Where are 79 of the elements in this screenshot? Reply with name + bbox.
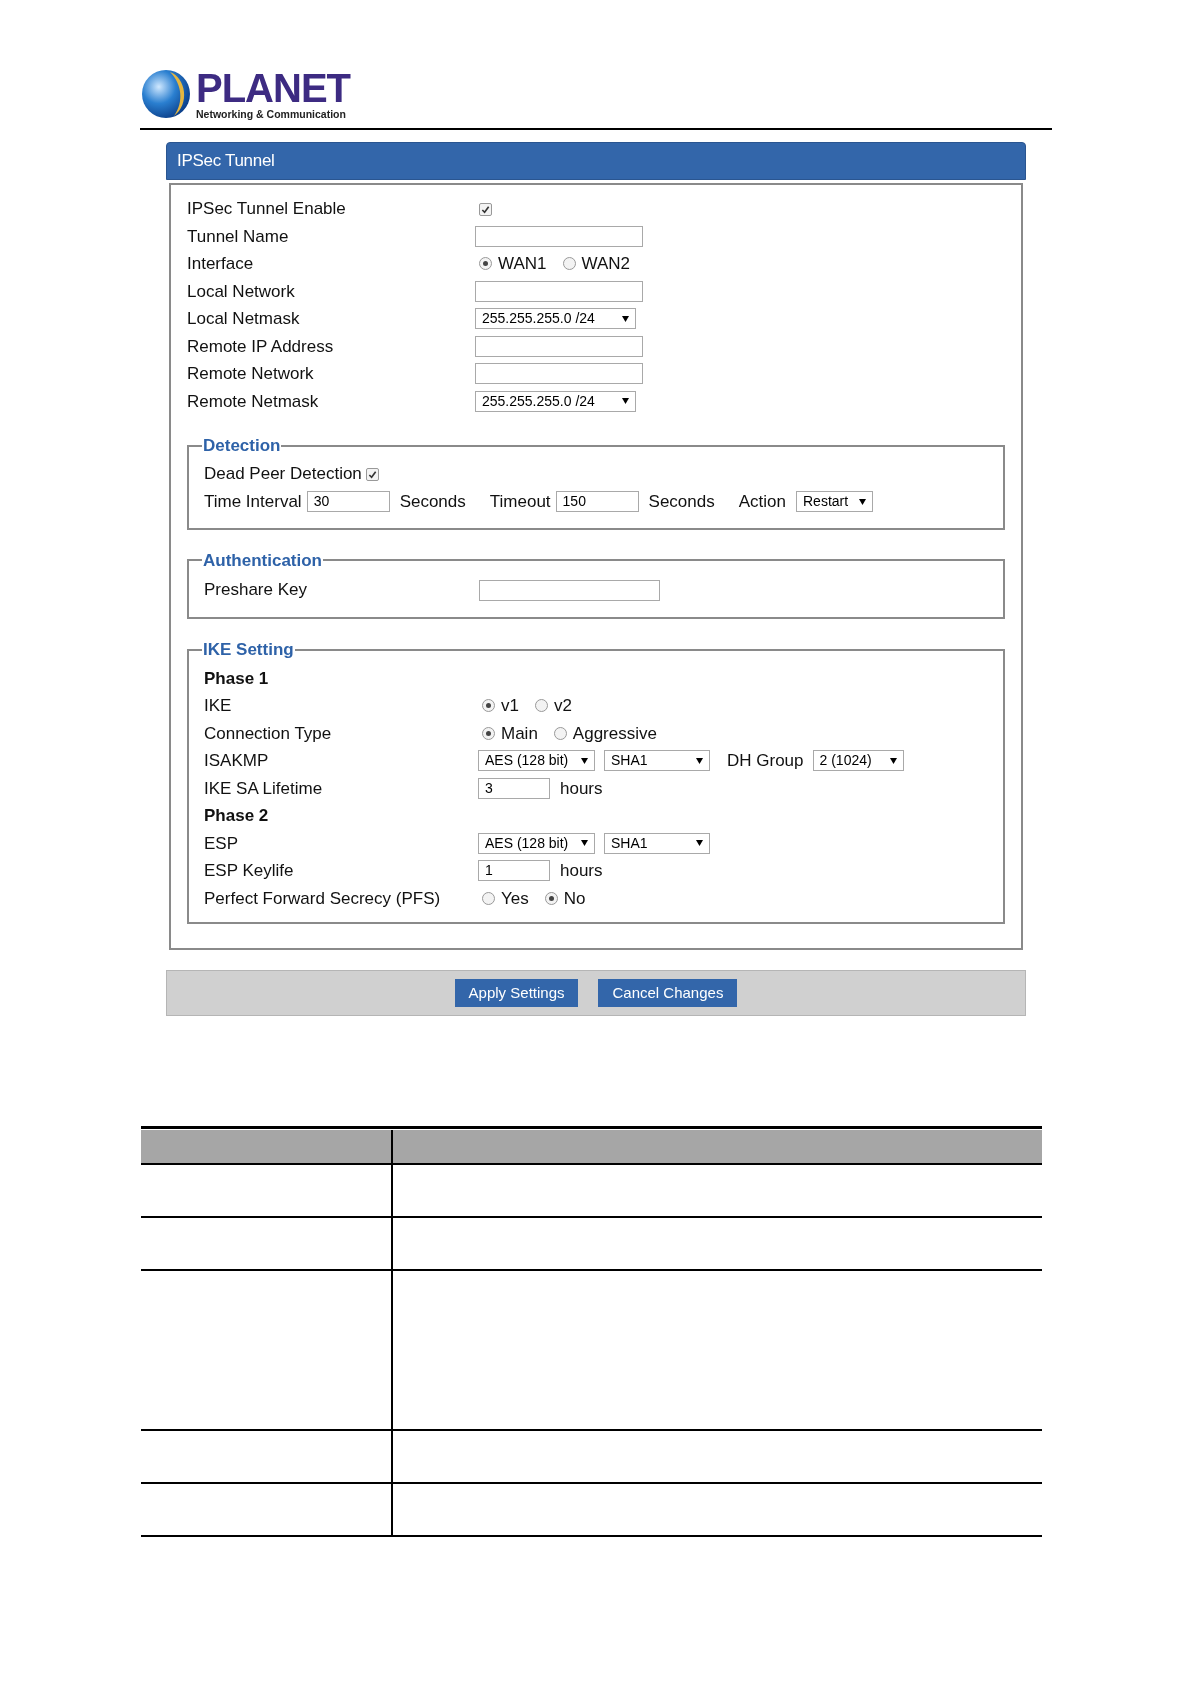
field-label: Preshare Key — [204, 579, 308, 602]
unit-label: hours — [560, 777, 603, 800]
radio-button[interactable] — [482, 699, 495, 713]
caret-icon — [622, 398, 629, 405]
section-heading: Phase 1 — [204, 667, 269, 690]
section-heading: Phase 2 — [204, 805, 269, 827]
input-field[interactable]: 3 — [478, 777, 550, 799]
field-label: ISAKMP — [204, 750, 270, 772]
caret-icon — [889, 757, 897, 764]
option-label: Aggressive — [572, 722, 657, 745]
field-label: Time Interval — [204, 490, 302, 513]
caret-icon — [696, 840, 703, 847]
field-label: Local Netmask — [187, 308, 301, 330]
option-label: No — [563, 887, 586, 910]
dropdown[interactable]: AES (128 bit) — [478, 832, 595, 854]
fieldset-legend: IKE Setting — [202, 637, 295, 663]
dropdown[interactable]: Restart — [796, 491, 873, 512]
field-label: Remote IP Address — [187, 335, 335, 358]
option-label: v1 — [501, 695, 519, 717]
field-label: DH Group — [727, 750, 804, 772]
field-label: Remote Netmask — [187, 390, 320, 413]
radio-button[interactable] — [482, 891, 495, 905]
brand-tagline: Networking & Communication — [196, 108, 347, 120]
field-label: IPSec Tunnel Enable — [187, 198, 347, 220]
option-label: WAN1 — [498, 253, 547, 275]
fieldset-legend: Authentication — [202, 547, 323, 573]
input-field[interactable]: 30 — [306, 491, 390, 512]
unit-label: Seconds — [399, 490, 466, 513]
field-label: Action — [738, 490, 786, 513]
dropdown[interactable]: AES (128 bit) — [478, 750, 595, 772]
input-field[interactable] — [475, 225, 643, 247]
radio-button[interactable] — [534, 699, 548, 713]
option-label: v2 — [553, 695, 572, 717]
radio-button[interactable] — [553, 726, 567, 740]
fieldset-legend: Detection — [202, 433, 282, 459]
unit-label: Seconds — [648, 490, 715, 513]
caret-icon — [581, 757, 588, 764]
field-label: Tunnel Name — [187, 225, 290, 248]
input-field[interactable] — [479, 579, 660, 601]
radio-button[interactable] — [544, 891, 558, 905]
input-field[interactable]: 150 — [555, 491, 639, 512]
field-label: Connection Type — [204, 722, 333, 745]
action-button[interactable]: Cancel Changes — [598, 979, 738, 1007]
option-label: WAN2 — [581, 253, 630, 275]
field-label: Remote Network — [187, 363, 315, 385]
dropdown[interactable]: 255.255.255.0 /24 — [475, 308, 636, 330]
option-label: Main — [501, 722, 538, 745]
field-label: ESP Keylife — [204, 860, 295, 882]
dropdown[interactable]: SHA1 — [604, 832, 710, 854]
checkbox[interactable] — [479, 203, 492, 216]
field-label: Local Network — [187, 280, 296, 303]
panel-title: IPSec Tunnel — [177, 150, 275, 173]
input-field[interactable] — [475, 363, 643, 385]
field-label: Timeout — [489, 490, 551, 513]
globe-logo-icon — [140, 68, 192, 120]
dropdown[interactable]: 255.255.255.0 /24 — [475, 390, 636, 412]
field-label: ESP — [204, 832, 240, 855]
field-label: Interface — [187, 253, 255, 275]
option-label: Yes — [501, 887, 529, 910]
radio-button[interactable] — [479, 257, 492, 271]
dropdown[interactable]: 2 (1024) — [812, 750, 904, 772]
action-button[interactable]: Apply Settings — [454, 979, 579, 1007]
brand-name: PLANET — [196, 68, 350, 108]
radio-button[interactable] — [482, 726, 495, 740]
unit-label: hours — [560, 860, 603, 882]
caret-icon — [859, 498, 866, 505]
caret-icon — [581, 840, 588, 847]
field-label: IKE — [204, 695, 233, 717]
radio-button[interactable] — [562, 257, 576, 271]
caret-icon — [696, 757, 703, 764]
field-label: Perfect Forward Secrecy (PFS) — [204, 887, 442, 910]
input-field[interactable] — [475, 280, 643, 302]
field-label: Dead Peer Detection — [204, 463, 362, 486]
checkbox[interactable] — [365, 467, 379, 481]
caret-icon — [622, 315, 629, 322]
input-field[interactable] — [475, 335, 643, 357]
input-field[interactable]: 1 — [478, 860, 550, 882]
field-label: IKE SA Lifetime — [204, 777, 324, 800]
dropdown[interactable]: SHA1 — [604, 750, 710, 772]
